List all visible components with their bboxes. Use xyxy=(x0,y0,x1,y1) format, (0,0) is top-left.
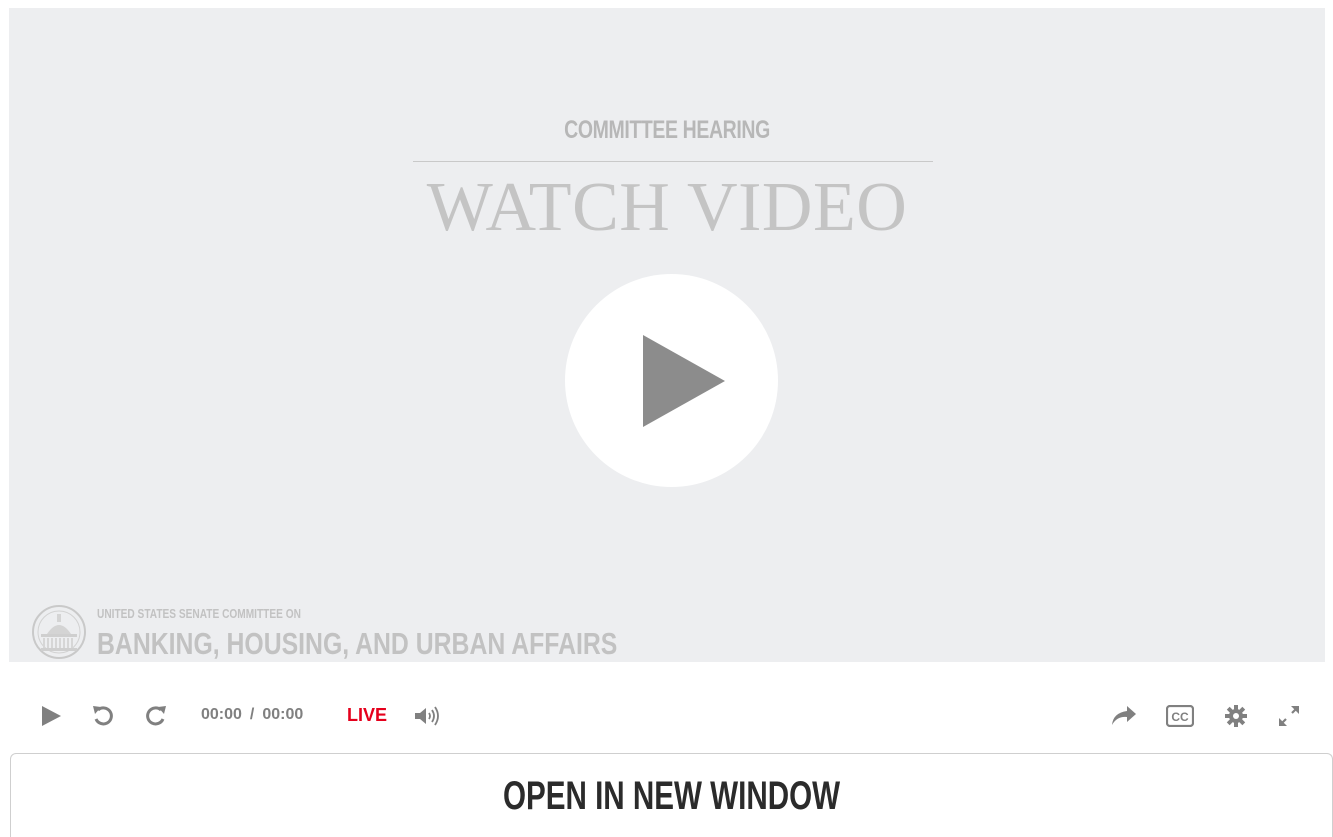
play-button[interactable] xyxy=(40,704,62,728)
video-subtitle: COMMITTEE HEARING xyxy=(564,116,770,144)
closed-captions-button[interactable]: CC xyxy=(1166,704,1194,728)
committee-name: BANKING, HOUSING, AND URBAN AFFAIRS xyxy=(97,626,618,661)
settings-icon xyxy=(1225,705,1247,727)
time-separator: / xyxy=(249,706,255,723)
volume-icon xyxy=(415,706,439,726)
volume-button[interactable] xyxy=(414,704,442,728)
capitol-seal-logo xyxy=(32,605,86,659)
video-title: WATCH VIDEO xyxy=(426,169,908,246)
forward-icon xyxy=(146,706,166,726)
fullscreen-button[interactable] xyxy=(1277,704,1301,728)
rewind-button[interactable] xyxy=(91,704,115,728)
closed-captions-icon: CC xyxy=(1166,705,1194,727)
forward-button[interactable] xyxy=(144,704,168,728)
svg-text:CC: CC xyxy=(1171,710,1189,724)
fullscreen-icon xyxy=(1279,706,1299,726)
current-time: 00:00 xyxy=(201,706,242,723)
title-divider xyxy=(413,161,933,162)
duration: 00:00 xyxy=(262,706,304,723)
big-play-button[interactable] xyxy=(565,274,778,487)
share-icon xyxy=(1112,706,1136,725)
rewind-icon xyxy=(93,706,113,726)
player-controls: 00:00 / 00:00 LIVE CC xyxy=(0,693,1333,739)
share-button[interactable] xyxy=(1111,704,1137,728)
committee-org-label: UNITED STATES SENATE COMMITTEE ON xyxy=(97,606,301,621)
video-player[interactable]: COMMITTEE HEARING WATCH VIDEO UNITED STA… xyxy=(9,8,1325,662)
open-in-new-window-button[interactable]: OPEN IN NEW WINDOW xyxy=(10,753,1333,837)
play-icon xyxy=(42,706,61,726)
live-button[interactable]: LIVE xyxy=(347,705,387,726)
open-in-new-window-label: OPEN IN NEW WINDOW xyxy=(502,774,841,818)
play-icon xyxy=(643,335,725,427)
settings-button[interactable] xyxy=(1224,704,1248,728)
time-display: 00:00 / 00:00 xyxy=(201,706,303,724)
